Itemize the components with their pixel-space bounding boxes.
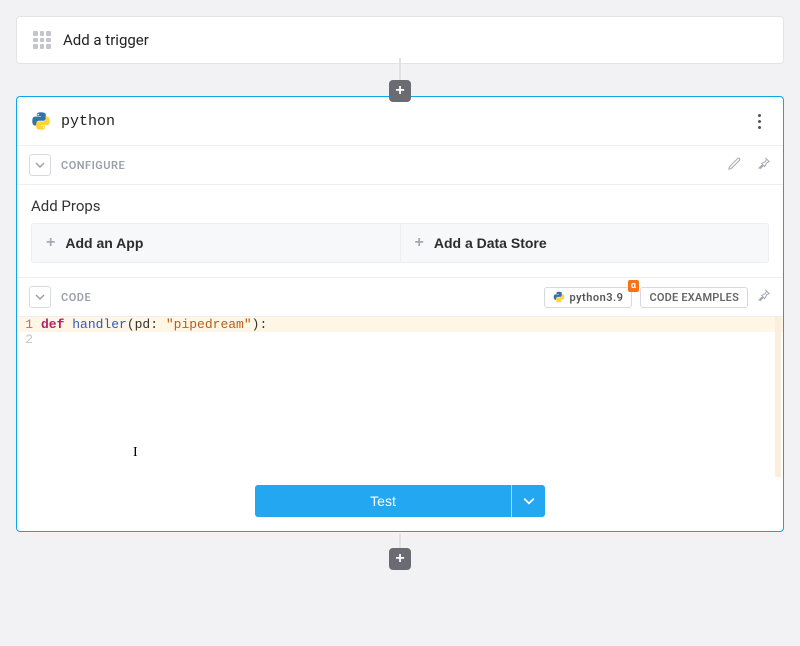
configure-collapse-toggle[interactable] bbox=[29, 154, 51, 176]
text-cursor: I bbox=[133, 445, 138, 461]
code-token: ): bbox=[252, 317, 268, 332]
code-collapse-toggle[interactable] bbox=[29, 286, 51, 308]
add-app-button[interactable]: + Add an App bbox=[32, 224, 400, 262]
alpha-badge: α bbox=[628, 280, 640, 292]
add-datastore-button[interactable]: + Add a Data Store bbox=[400, 224, 769, 262]
add-app-label: Add an App bbox=[65, 235, 143, 251]
python-icon bbox=[553, 291, 565, 303]
python-step-card: python CONFIGURE Add Props + Add an App … bbox=[16, 96, 784, 532]
kebab-menu[interactable] bbox=[749, 109, 769, 133]
pin-button[interactable] bbox=[756, 156, 771, 174]
runtime-chip-label: python3.9 bbox=[569, 291, 623, 304]
code-line-1: 1 def handler(pd: "pipedream"): bbox=[17, 317, 783, 332]
test-dropdown-button[interactable] bbox=[511, 485, 545, 517]
python-icon bbox=[31, 111, 51, 131]
line-number: 2 bbox=[17, 332, 41, 347]
chevron-down-icon bbox=[35, 160, 45, 170]
code-section-bar: CODE python3.9 α CODE EXAMPLES bbox=[17, 277, 783, 317]
configure-label: CONFIGURE bbox=[61, 159, 125, 172]
chevron-down-icon bbox=[523, 495, 535, 507]
code-editor[interactable]: 1 def handler(pd: "pipedream"): 2 I bbox=[17, 317, 783, 477]
pin-button[interactable] bbox=[756, 288, 771, 306]
pin-icon bbox=[756, 288, 771, 303]
props-row: + Add an App + Add a Data Store bbox=[31, 223, 769, 263]
code-label: CODE bbox=[61, 291, 91, 304]
test-button-group: Test bbox=[255, 485, 545, 517]
add-datastore-label: Add a Data Store bbox=[434, 235, 547, 251]
code-token-kw: def bbox=[41, 317, 72, 332]
plus-icon: + bbox=[415, 234, 424, 252]
chevron-down-icon bbox=[35, 292, 45, 302]
configure-section-bar: CONFIGURE bbox=[17, 145, 783, 185]
code-token-str: "pipedream" bbox=[166, 317, 252, 332]
pin-icon bbox=[756, 156, 771, 171]
edit-button[interactable] bbox=[727, 156, 742, 174]
code-examples-label: CODE EXAMPLES bbox=[649, 291, 739, 304]
grid-icon bbox=[33, 31, 51, 49]
test-row: Test bbox=[17, 477, 783, 531]
code-examples-chip[interactable]: CODE EXAMPLES bbox=[640, 287, 748, 308]
trigger-card[interactable]: Add a trigger bbox=[16, 16, 784, 64]
test-button[interactable]: Test bbox=[255, 485, 511, 517]
code-line-2: 2 bbox=[17, 332, 783, 347]
add-step-button[interactable]: + bbox=[389, 80, 411, 102]
add-step-button[interactable]: + bbox=[389, 548, 411, 570]
code-token-fn: handler bbox=[72, 317, 127, 332]
add-props-heading: Add Props bbox=[17, 185, 783, 223]
step-title: python bbox=[61, 113, 115, 130]
editor-right-gutter bbox=[775, 317, 781, 477]
pencil-icon bbox=[727, 156, 742, 171]
plus-icon: + bbox=[46, 234, 55, 252]
code-token: (pd: bbox=[127, 317, 166, 332]
line-number: 1 bbox=[17, 317, 41, 332]
step-header: python bbox=[17, 97, 783, 145]
runtime-chip[interactable]: python3.9 α bbox=[544, 287, 632, 308]
trigger-label: Add a trigger bbox=[63, 31, 149, 49]
